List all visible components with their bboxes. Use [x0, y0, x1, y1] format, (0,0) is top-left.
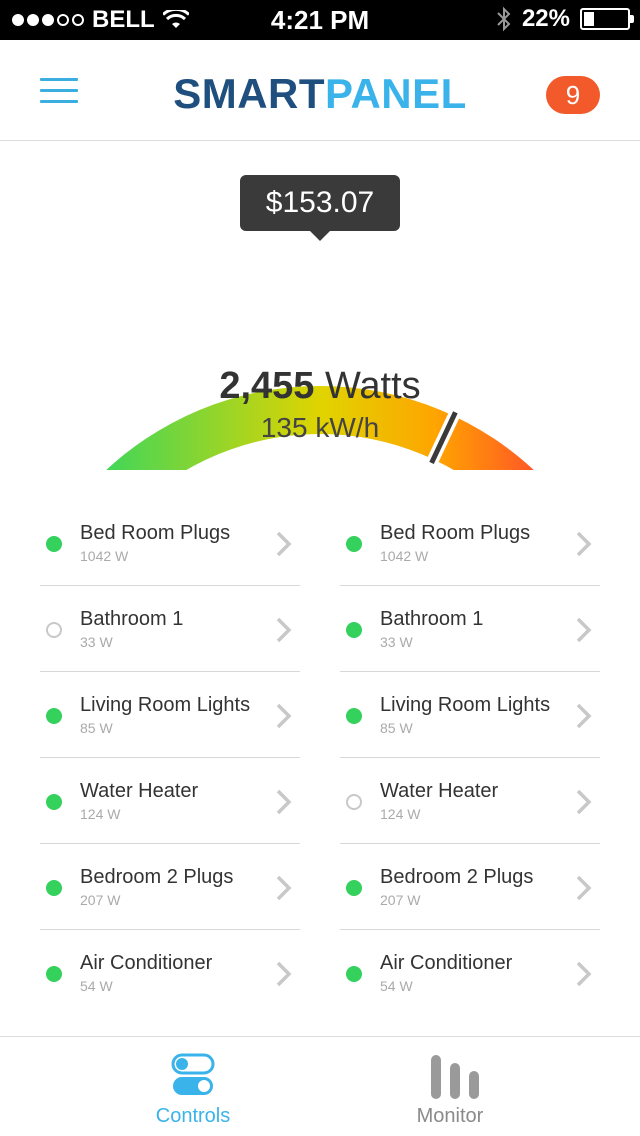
circuit-row[interactable]: Water Heater 124 W: [340, 758, 600, 844]
circuit-row[interactable]: Air Conditioner 54 W: [40, 930, 300, 1016]
tab-controls[interactable]: Controls: [93, 1037, 293, 1136]
circuit-watts: 1042 W: [80, 548, 129, 564]
watts-readout: 2,455 Watts: [0, 365, 640, 408]
status-right: 22%: [496, 5, 634, 33]
circuit-watts: 207 W: [80, 892, 121, 908]
circuit-name: Water Heater: [380, 780, 499, 802]
notification-badge[interactable]: 9: [546, 76, 600, 114]
circuit-watts: 124 W: [80, 806, 121, 822]
circuit-watts: 85 W: [80, 720, 113, 736]
circuit-name: Bed Room Plugs: [80, 522, 231, 544]
cost-tooltip: $153.07: [240, 175, 400, 241]
toggles-icon: [171, 1053, 215, 1095]
circuit-row[interactable]: Living Room Lights 85 W: [40, 672, 300, 758]
energy-readout: 135 kW/h: [260, 412, 380, 443]
chevron-right-icon: [576, 875, 592, 901]
chevron-right-icon: [276, 617, 292, 643]
circuit-list-left: Bed Room Plugs 1042 W Bathroom 1 33 W Living…: [40, 500, 300, 1016]
circuit-row[interactable]: Bed Room Plugs 1042 W: [40, 500, 300, 586]
circuit-name: Water Heater: [80, 780, 199, 802]
chevron-right-icon: [576, 531, 592, 557]
circuit-watts: 85 W: [380, 720, 413, 736]
circuit-name: Living Room Lights: [380, 694, 551, 716]
chevron-right-icon: [576, 961, 592, 987]
circuit-name: Air Conditioner: [380, 952, 513, 974]
circuit-row[interactable]: Living Room Lights 85 W: [340, 672, 600, 758]
chevron-right-icon: [276, 875, 292, 901]
circuit-row[interactable]: Bedroom 2 Plugs 207 W: [40, 844, 300, 930]
circuit-watts: 207 W: [380, 892, 421, 908]
circuit-name: Bedroom 2 Plugs: [80, 866, 234, 888]
circuit-row[interactable]: Water Heater 124 W: [40, 758, 300, 844]
battery-percent: 22%: [521, 5, 570, 32]
status-on-icon: [46, 966, 62, 982]
circuit-watts: 1042 W: [380, 548, 429, 564]
status-on-icon: [46, 536, 62, 552]
tab-monitor[interactable]: Monitor: [350, 1037, 550, 1136]
app-header: SMARTPANEL 9: [0, 40, 640, 141]
chevron-right-icon: [276, 703, 292, 729]
status-on-icon: [46, 880, 62, 896]
chevron-right-icon: [576, 789, 592, 815]
battery-fill: [584, 12, 595, 26]
brand-logo-part1: SMART: [173, 70, 326, 117]
circuit-watts: 33 W: [80, 634, 113, 650]
bar-chart-icon: [431, 1055, 479, 1099]
brand-logo-part2: PANEL: [325, 70, 467, 117]
status-on-icon: [346, 708, 362, 724]
chevron-right-icon: [276, 961, 292, 987]
circuit-watts: 54 W: [380, 978, 413, 994]
circuit-row[interactable]: Bed Room Plugs 1042 W: [340, 500, 600, 586]
bluetooth-icon: [497, 6, 511, 32]
watts-value: 2,455: [219, 365, 315, 407]
status-off-icon: [346, 794, 362, 810]
status-bar: BELL 4:21 PM 22%: [0, 0, 640, 40]
circuit-watts: 33 W: [380, 634, 413, 650]
circuit-list-right: Bed Room Plugs 1042 W Bathroom 1 33 W Living…: [340, 500, 600, 1016]
circuit-row[interactable]: Bathroom 1 33 W: [40, 586, 300, 672]
circuit-row[interactable]: Air Conditioner 54 W: [340, 930, 600, 1016]
battery-icon: [580, 8, 634, 30]
status-on-icon: [346, 536, 362, 552]
circuit-row[interactable]: Bathroom 1 33 W: [340, 586, 600, 672]
circuit-watts: 54 W: [80, 978, 113, 994]
brand-logo: SMARTPANEL: [0, 70, 640, 118]
chevron-right-icon: [276, 789, 292, 815]
chevron-right-icon: [276, 531, 292, 557]
status-on-icon: [346, 622, 362, 638]
circuit-name: Bedroom 2 Plugs: [380, 866, 534, 888]
circuit-row[interactable]: Bedroom 2 Plugs 207 W: [340, 844, 600, 930]
chevron-right-icon: [576, 703, 592, 729]
status-on-icon: [46, 708, 62, 724]
status-on-icon: [46, 794, 62, 810]
status-on-icon: [346, 880, 362, 896]
circuit-name: Air Conditioner: [80, 952, 213, 974]
tab-controls-label: Controls: [155, 1105, 231, 1127]
status-on-icon: [346, 966, 362, 982]
power-gauge: $153.07 2,455 Watts 135 kW/h: [0, 140, 640, 470]
circuit-watts: 124 W: [380, 806, 421, 822]
tab-bar: Controls Monitor: [0, 1036, 640, 1136]
status-off-icon: [46, 622, 62, 638]
circuit-name: Bathroom 1: [80, 608, 184, 630]
circuit-name: Living Room Lights: [80, 694, 251, 716]
circuit-name: Bathroom 1: [380, 608, 484, 630]
tab-monitor-label: Monitor: [416, 1105, 484, 1127]
circuit-name: Bed Room Plugs: [380, 522, 531, 544]
chevron-right-icon: [576, 617, 592, 643]
watts-unit: Watts: [324, 365, 421, 407]
